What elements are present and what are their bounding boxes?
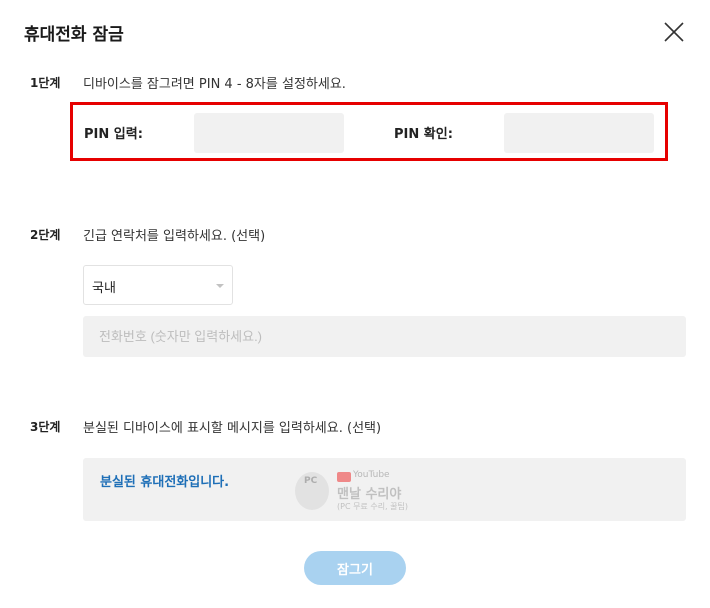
- watermark-platform: YouTube: [353, 470, 390, 480]
- step2-instruction: 긴급 연락처를 입력하세요. (선택): [83, 229, 266, 244]
- watermark-logo-text: PC: [304, 476, 318, 486]
- close-button[interactable]: [660, 18, 688, 46]
- watermark-logo-icon: PC: [295, 472, 329, 510]
- youtube-icon: [337, 472, 351, 482]
- dialog-title: 휴대전화 잠금: [24, 25, 124, 45]
- message-field[interactable]: 분실된 휴대전화입니다. PC YouTube 맨날 수리야 (PC 무료 수리…: [83, 458, 686, 521]
- step2-label: 2단계: [30, 228, 61, 242]
- pin-highlight-box: PIN 입력: PIN 확인:: [70, 102, 668, 161]
- step1-label: 1단계: [30, 76, 61, 90]
- chevron-down-icon: [216, 284, 224, 288]
- watermark-channel: 맨날 수리야: [337, 487, 402, 502]
- pin-input[interactable]: [194, 113, 344, 153]
- lock-button[interactable]: 잠그기: [304, 551, 406, 585]
- channel-watermark: PC YouTube 맨날 수리야 (PC 무료 수리, 꿀팁): [295, 470, 425, 514]
- phone-input[interactable]: [83, 316, 686, 357]
- pin-confirm-label: PIN 확인:: [394, 127, 453, 142]
- step1-instruction: 디바이스를 잠그려면 PIN 4 - 8자를 설정하세요.: [83, 77, 346, 92]
- pin-confirm-input[interactable]: [504, 113, 654, 153]
- watermark-subtitle: (PC 무료 수리, 꿀팁): [337, 502, 408, 511]
- close-icon: [664, 22, 684, 42]
- step3-label: 3단계: [30, 420, 61, 434]
- country-select[interactable]: 국내: [83, 265, 233, 305]
- step3-instruction: 분실된 디바이스에 표시할 메시지를 입력하세요. (선택): [83, 421, 382, 436]
- message-text: 분실된 휴대전화입니다.: [100, 475, 230, 490]
- country-select-value: 국내: [92, 281, 116, 296]
- pin-input-label: PIN 입력:: [84, 127, 143, 142]
